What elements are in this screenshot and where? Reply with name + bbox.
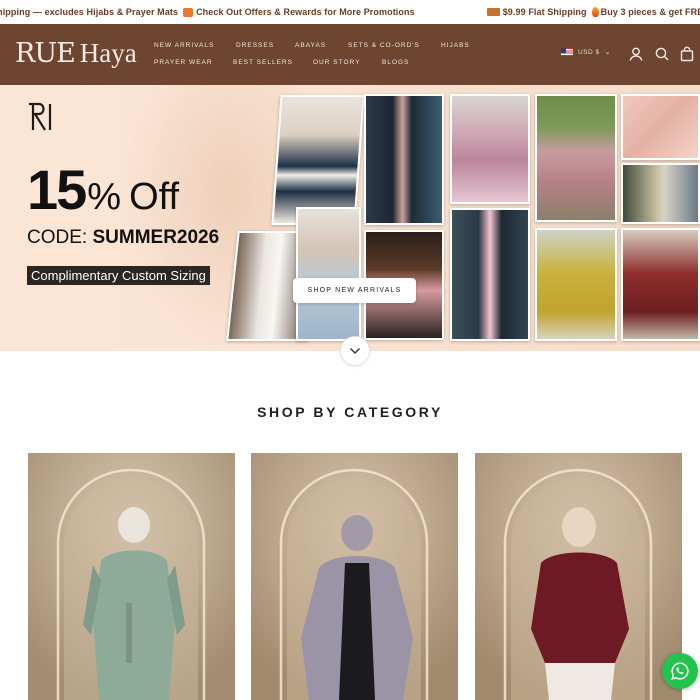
chevron-down-icon (350, 348, 360, 354)
bag-icon[interactable] (679, 46, 695, 62)
whatsapp-chat-button[interactable] (662, 653, 698, 689)
code-label: CODE: (27, 227, 88, 248)
nav-sets[interactable]: SETS & CO-ORD'S (348, 42, 420, 49)
hero-photo (450, 94, 530, 204)
currency-label: USD $ (578, 48, 600, 56)
code-value: SUMMER2026 (92, 227, 220, 248)
category-card[interactable] (251, 453, 458, 700)
nav-dresses[interactable]: DRESSES (236, 42, 274, 49)
ri-monogram-icon (29, 102, 52, 131)
whatsapp-icon (671, 662, 689, 680)
hero-photo (271, 95, 365, 225)
fire-icon (591, 7, 599, 17)
logo-text-rue: RUE (15, 38, 76, 69)
custom-sizing-badge: Complimentary Custom Sizing (27, 266, 210, 285)
nav-best-sellers[interactable]: BEST SELLERS (233, 59, 293, 66)
discount-off: Off (129, 176, 180, 218)
announcement-bar: shipping — excludes Hijabs & Prayer Mats… (0, 0, 700, 24)
nav-our-story[interactable]: OUR STORY (313, 59, 360, 66)
announcement-text: Check Out Offers & Rewards for More Prom… (196, 7, 415, 17)
section-title: SHOP BY CATEGORY (257, 404, 443, 420)
category-image (28, 453, 235, 700)
category-image (475, 453, 682, 700)
us-flag-icon (561, 48, 573, 56)
hero-photo (450, 208, 530, 341)
discount-headline: 15% Off (27, 157, 179, 222)
discount-number: 15 (27, 158, 87, 221)
truck-icon (486, 8, 500, 16)
logo-text-haya: Haya (79, 38, 137, 68)
shop-new-arrivals-button[interactable]: SHOP NEW ARRIVALS (293, 278, 416, 303)
currency-selector[interactable]: USD $ ⌄ (561, 48, 611, 56)
gift-icon (183, 7, 194, 17)
nav-prayer-wear[interactable]: PRAYER WEAR (154, 59, 213, 66)
hero-photo (621, 228, 700, 341)
announcement-text: shipping — excludes Hijabs & Prayer Mats (0, 7, 179, 17)
nav-blogs[interactable]: BLOGS (382, 59, 409, 66)
hero-photo (296, 207, 361, 341)
hero-photo (621, 163, 700, 224)
category-card[interactable] (475, 453, 682, 700)
promo-code: CODE: SUMMER2026 (27, 227, 219, 249)
hero-photo (535, 94, 617, 222)
nav-new-arrivals[interactable]: NEW ARRIVALS (154, 42, 214, 49)
announcement-text: Buy 3 pieces & get FREE shipping - (600, 7, 700, 17)
hero-banner[interactable]: 15% Off CODE: SUMMER2026 Complimentary Cu… (0, 85, 700, 351)
search-icon[interactable] (654, 46, 670, 62)
site-header: RUE Haya NEW ARRIVALS DRESSES ABAYAS SETS… (0, 24, 700, 85)
announcement-text: $9.99 Flat Shipping (502, 7, 587, 17)
hero-photo (535, 228, 617, 341)
category-card[interactable] (28, 453, 235, 700)
scroll-down-button[interactable] (340, 336, 370, 366)
chevron-down-icon: ⌄ (604, 49, 612, 56)
hero-photo (364, 94, 444, 225)
discount-percent: % (87, 176, 122, 218)
nav-abayas[interactable]: ABAYAS (295, 42, 326, 49)
user-icon[interactable] (628, 46, 644, 62)
nav-hijabs[interactable]: HIJABS (441, 42, 470, 49)
category-image (251, 453, 458, 700)
hero-photo (621, 94, 700, 160)
brand-logo[interactable]: RUE Haya (15, 38, 137, 69)
